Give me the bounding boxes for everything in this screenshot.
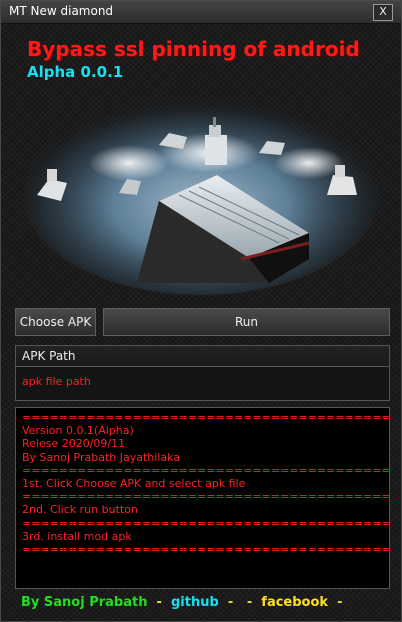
close-icon: X [379,5,387,18]
window-title: MT New diamond [9,4,114,18]
footer-separator: - [242,595,257,610]
console-line: ========================================… [22,516,390,530]
choose-apk-button[interactable]: Choose APK [15,308,96,336]
console-line: Relese 2020/09/11 [22,437,126,451]
apk-path-label: APK Path [16,346,389,367]
console-line: ========================================… [22,411,390,424]
facebook-link[interactable]: facebook [261,595,328,610]
close-button[interactable]: X [373,4,393,21]
console-line: ========================================… [22,543,390,557]
console-line: By Sanoj Prabath Jayathilaka [22,450,181,464]
console-line: 2nd. Click run button [22,503,138,517]
console-line: ========================================… [22,463,390,477]
output-console[interactable]: ========================================… [15,407,390,589]
app-title: Bypass ssl pinning of android [27,37,360,61]
console-line: ========================================… [22,490,390,504]
app-version: Alpha 0.0.1 [27,63,124,81]
author-label: By Sanoj Prabath [21,595,148,610]
console-line: Version 0.0.1(Alpha) [22,424,134,438]
apk-path-value[interactable]: apk file path [16,367,389,388]
ship-firefighting-image [23,95,379,295]
app-window: MT New diamond X Bypass ssl pinning of a… [0,0,402,622]
footer-separator: - [332,595,343,610]
console-line: 3rd. install mod apk [22,529,132,543]
run-button[interactable]: Run [103,308,390,336]
footer: By Sanoj Prabath - github - - facebook - [21,595,343,610]
console-line: 1st. Click Choose APK and select apk fil… [22,477,246,491]
footer-separator: - [152,595,167,610]
title-bar[interactable]: MT New diamond X [1,1,401,24]
apk-path-panel: APK Path apk file path [15,345,390,401]
footer-separator: - [223,595,238,610]
github-link[interactable]: github [171,595,219,610]
